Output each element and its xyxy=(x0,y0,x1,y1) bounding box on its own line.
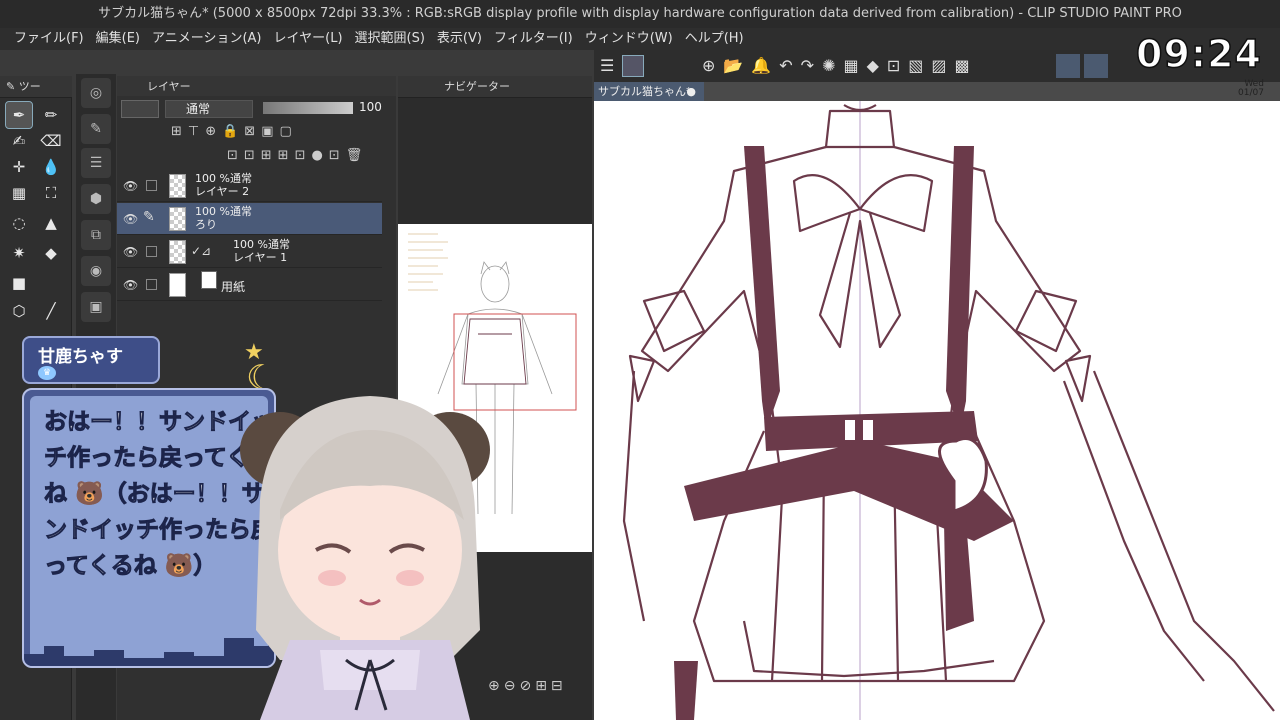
layer-panel-header: レイヤー xyxy=(117,76,396,98)
layer-name: 100 %通常 レイヤー 2 xyxy=(195,172,252,198)
menu-view[interactable]: 表示(V) xyxy=(431,28,488,50)
brush-tool-icon[interactable]: ✍ xyxy=(6,128,32,154)
layer-thumbnail xyxy=(169,273,186,297)
layer-thumbnail xyxy=(169,174,186,198)
layer-name: 100 %通常 ろり xyxy=(195,205,252,231)
sliders-icon[interactable]: ☰ xyxy=(81,148,111,178)
layer-toolbar: ⊞⊤⊕🔒⊠▣▢ xyxy=(117,124,396,148)
move-tool-icon[interactable]: ✛ xyxy=(6,154,32,180)
clock-date: Wed 01/07 xyxy=(1238,79,1264,98)
menu-layer[interactable]: レイヤー(L) xyxy=(268,28,349,50)
layer-property-row: 通常 100 xyxy=(117,96,396,122)
layer-name: 100 %通常 レイヤー 1 xyxy=(233,238,290,264)
document-tab[interactable]: サブカル猫ちゃん* ● xyxy=(594,82,704,101)
opacity-slider[interactable] xyxy=(263,102,353,114)
brush-icon: ✎ xyxy=(6,80,16,93)
canvas-area: ☰ ⊕📂🔔↶↷✺▦◆⊡▧▨▩ サブカル猫ちゃん* ● xyxy=(594,50,1280,720)
file-actions-icon[interactable]: ⊕📂🔔↶↷✺▦◆⊡▧▨▩ xyxy=(702,56,978,75)
pen-tool-icon[interactable]: ✒ xyxy=(5,101,33,129)
object-tool-icon[interactable]: ⬡ xyxy=(6,298,32,324)
snap-special-icon[interactable] xyxy=(1084,54,1108,78)
snap-ruler-icon[interactable] xyxy=(1056,54,1080,78)
window-title: サブカル猫ちゃん* (5000 x 8500px 72dpi 33.3% : R… xyxy=(0,0,1280,28)
menu-bar: ファイル(F) 編集(E) アニメーション(A) レイヤー(L) 選択範囲(S)… xyxy=(0,28,1280,50)
chat-nameplate: 甘鹿ちゃす ♛ xyxy=(22,336,160,384)
figure-tool-icon[interactable]: ⛶ xyxy=(38,180,64,206)
grid-icon[interactable]: ▣ xyxy=(81,292,111,322)
lock-checkbox[interactable] xyxy=(146,279,157,290)
new-layer-icon[interactable]: ⊡⊡⊞⊞⊡●⊡🗑 xyxy=(227,148,368,163)
eye-icon[interactable]: 👁 xyxy=(123,179,138,193)
blend-tool-icon[interactable]: 💧 xyxy=(38,154,64,180)
menu-edit[interactable]: 編集(E) xyxy=(90,28,146,50)
gradient-tool-icon[interactable]: ■ xyxy=(6,270,32,296)
menu-window[interactable]: ウィンドウ(W) xyxy=(579,28,679,50)
lock-checkbox[interactable] xyxy=(146,180,157,191)
layer-name: 用紙 xyxy=(221,280,246,294)
layer-tab[interactable]: レイヤー xyxy=(117,80,191,93)
clock-time: 09:24 xyxy=(1135,31,1262,77)
layer-row[interactable]: 👁 100 %通常 レイヤー 2 xyxy=(117,170,382,202)
circle-icon[interactable]: ◉ xyxy=(81,256,111,286)
menu-animation[interactable]: アニメーション(A) xyxy=(146,28,268,50)
frame-tool-icon[interactable]: ▦ xyxy=(6,180,32,206)
menu-help[interactable]: ヘルプ(H) xyxy=(679,28,750,50)
eye-icon[interactable]: 👁 xyxy=(123,278,138,292)
paper-icon xyxy=(201,271,217,289)
eye-icon[interactable]: 👁 xyxy=(123,212,138,226)
eraser-tool-icon[interactable]: ⌫ xyxy=(38,128,64,154)
lineart-drawing xyxy=(622,101,1275,720)
member-badge-icon: ♛ xyxy=(38,366,56,380)
layer-actions-toolbar: ⊡⊡⊞⊞⊡●⊡🗑 xyxy=(117,148,396,172)
line-tool-icon[interactable]: ╱ xyxy=(38,298,64,324)
drawing-canvas[interactable] xyxy=(594,101,1280,720)
menu-selection[interactable]: 選択範囲(S) xyxy=(349,28,431,50)
eye-icon[interactable]: 👁 xyxy=(123,245,138,259)
lock-icon[interactable]: ⊞⊤⊕🔒⊠▣▢ xyxy=(171,124,298,139)
tool-panel-header: ✎ ツー xyxy=(0,76,72,98)
layer-row[interactable]: 👁 用紙 xyxy=(117,269,382,301)
pen-settings-icon[interactable]: ✎ xyxy=(81,114,111,144)
menu-icon[interactable]: ☰ xyxy=(600,56,614,75)
layer-row[interactable]: 👁 ✓⊿ 100 %通常 レイヤー 1 xyxy=(117,236,382,268)
layer-thumbnail xyxy=(169,240,186,264)
layers-icon[interactable]: ⧉ xyxy=(81,220,111,250)
lock-checkbox[interactable] xyxy=(146,246,157,257)
pen-icon: ✎ xyxy=(143,209,155,225)
cube-icon[interactable]: ⬢ xyxy=(81,184,111,214)
auto-select-icon[interactable]: ✷ xyxy=(6,240,32,266)
navigator-header: ナビゲーター xyxy=(398,76,592,98)
clip-icon: ✓⊿ xyxy=(191,244,212,258)
menu-file[interactable]: ファイル(F) xyxy=(8,28,90,50)
subtool-tab[interactable]: ツー xyxy=(19,80,41,93)
blend-color-swatch[interactable] xyxy=(121,100,159,118)
layer-thumbnail xyxy=(169,207,186,231)
cake-icon[interactable]: ▲ xyxy=(38,210,64,236)
fill-tool-icon[interactable]: ◆ xyxy=(38,240,64,266)
pen-pressure-icon[interactable] xyxy=(622,55,644,77)
chat-username: 甘鹿ちゃす xyxy=(38,347,123,367)
camera-icon[interactable]: ◎ xyxy=(81,78,111,108)
menu-filter[interactable]: フィルター(I) xyxy=(488,28,579,50)
marker-tool-icon[interactable]: ✏ xyxy=(38,102,64,128)
blend-mode-select[interactable]: 通常 xyxy=(165,100,253,118)
navigator-tab[interactable]: ナビゲーター xyxy=(398,80,510,93)
close-dot-icon[interactable]: ● xyxy=(686,82,696,101)
opacity-value[interactable]: 100 xyxy=(359,100,382,114)
lasso-tool-icon[interactable]: ◌ xyxy=(6,210,32,236)
avatar-character xyxy=(240,396,490,720)
layer-row-selected[interactable]: 👁 ✎ 100 %通常 ろり xyxy=(117,203,382,235)
